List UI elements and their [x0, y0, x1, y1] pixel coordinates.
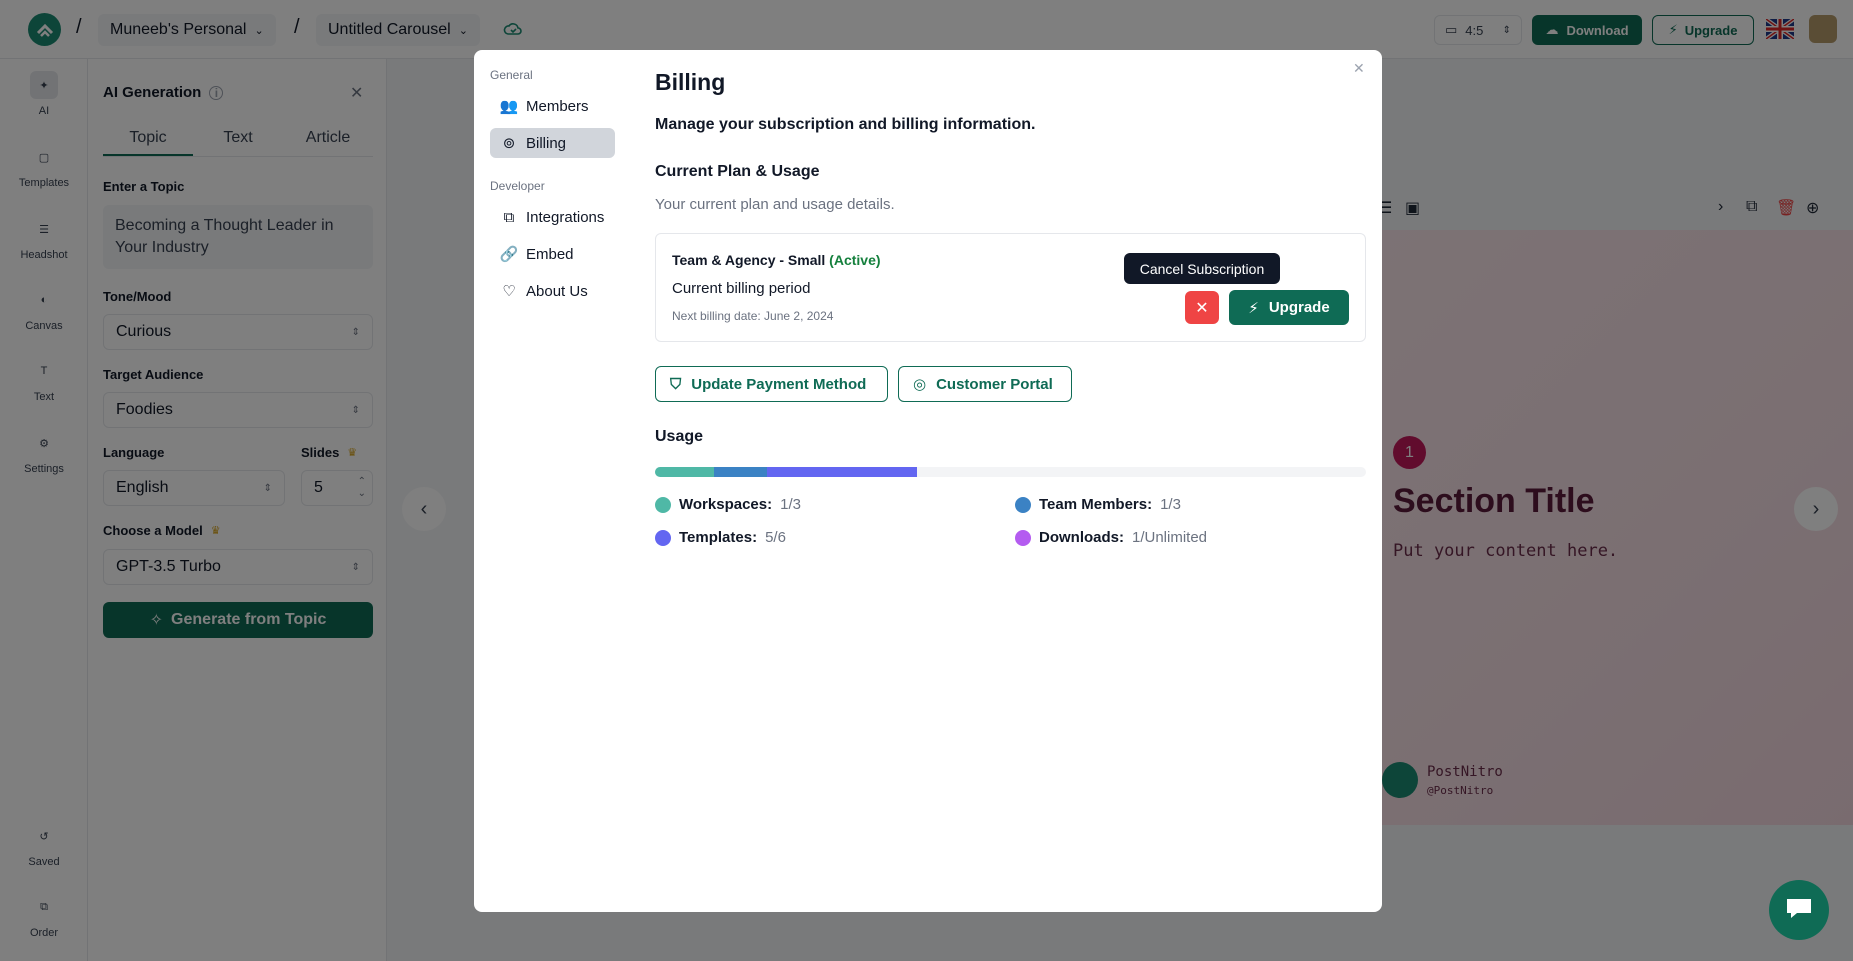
page-subtitle: Manage your subscription and billing inf…	[655, 116, 1036, 133]
plan-name-text: Team & Agency - Small	[672, 252, 826, 268]
legend-dot	[655, 496, 671, 513]
next-billing-date: Next billing date: June 2, 2024	[672, 309, 834, 323]
usage-value: 5/6	[765, 529, 786, 546]
nav-item-about[interactable]: ♡ About Us	[490, 276, 615, 306]
status-badge: (Active)	[829, 252, 881, 268]
lightning-icon: ⚡	[1248, 299, 1259, 317]
usage-heading: Usage	[655, 428, 704, 445]
close-icon[interactable]: ✕	[1353, 60, 1365, 77]
users-icon: 👥	[499, 98, 519, 115]
usage-bar-segment	[655, 467, 714, 477]
chat-widget-button[interactable]	[1769, 880, 1829, 940]
usage-name: Downloads:	[1039, 529, 1124, 546]
customer-portal-label: Customer Portal	[936, 375, 1053, 393]
update-payment-label: Update Payment Method	[691, 375, 867, 393]
upgrade-label: Upgrade	[1268, 299, 1330, 316]
nav-label: About Us	[526, 282, 588, 300]
nav-item-embed[interactable]: 🔗 Embed	[490, 239, 615, 269]
nav-label: Integrations	[526, 208, 605, 226]
cancel-subscription-tooltip: Cancel Subscription	[1124, 253, 1280, 284]
link-icon: 🔗	[499, 246, 519, 263]
nav-item-members[interactable]: 👥 Members	[490, 91, 615, 121]
chat-icon	[1785, 896, 1813, 925]
update-payment-button[interactable]: ⛉ Update Payment Method	[655, 366, 888, 402]
billing-period: Current billing period	[672, 280, 811, 297]
usage-name: Team Members:	[1039, 496, 1153, 513]
usage-value: 1/3	[780, 496, 801, 513]
close-icon: ✕	[1195, 299, 1209, 317]
user-circle-icon: ◎	[913, 376, 927, 393]
cancel-subscription-button[interactable]: ✕	[1185, 291, 1219, 324]
nav-label: Billing	[526, 134, 567, 152]
usage-value: 1/3	[1160, 496, 1181, 513]
usage-bar-segment	[714, 467, 768, 477]
legend-dot	[1015, 496, 1031, 513]
legend-dot	[655, 529, 671, 546]
usage-item-team-members: Team Members: 1/3	[1015, 496, 1181, 513]
usage-name: Templates:	[679, 529, 758, 546]
usage-bar-segment	[767, 467, 917, 477]
page-title: Billing	[655, 69, 726, 95]
nav-label: Members	[526, 97, 589, 115]
nav-section-developer: Developer	[490, 179, 545, 193]
settings-modal	[474, 50, 1382, 912]
plan-description: Your current plan and usage details.	[655, 196, 895, 213]
plan-heading: Current Plan & Usage	[655, 163, 820, 180]
upgrade-button[interactable]: ⚡ Upgrade	[1229, 290, 1349, 325]
customer-portal-button[interactable]: ◎ Customer Portal	[898, 366, 1072, 402]
usage-item-templates: Templates: 5/6	[655, 529, 786, 546]
billing-icon: ⊚	[502, 135, 516, 152]
nav-item-billing[interactable]: ⊚ Billing	[490, 128, 615, 158]
heart-icon: ♡	[502, 283, 516, 300]
usage-item-workspaces: Workspaces: 1/3	[655, 496, 801, 513]
integrations-icon: ⧉	[503, 208, 515, 226]
payment-icon: ⛉	[670, 375, 682, 393]
nav-item-integrations[interactable]: ⧉ Integrations	[490, 202, 615, 232]
usage-value: 1/Unlimited	[1132, 529, 1208, 546]
nav-label: Embed	[526, 245, 574, 263]
usage-name: Workspaces:	[679, 496, 773, 513]
nav-section-general: General	[490, 68, 533, 82]
usage-item-downloads: Downloads: 1/Unlimited	[1015, 529, 1207, 546]
usage-bar	[655, 467, 1366, 477]
legend-dot	[1015, 529, 1031, 546]
plan-name: Team & Agency - Small (Active)	[672, 252, 881, 268]
